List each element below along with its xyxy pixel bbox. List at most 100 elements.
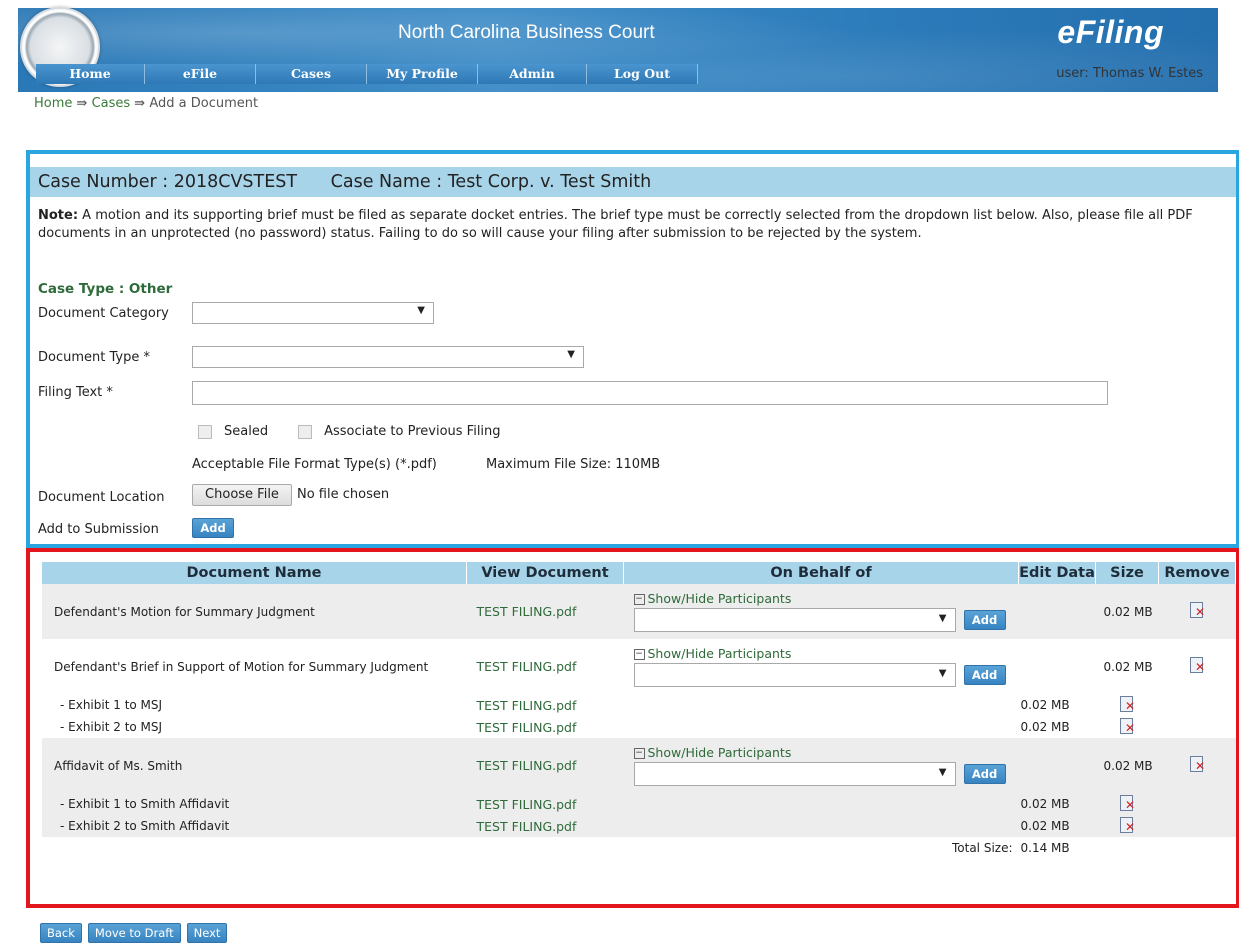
dropdown-arrow-icon: ▼ (938, 767, 947, 778)
filing-note: Note: A motion and its supporting brief … (38, 207, 1230, 243)
breadcrumb-current: Add a Document (149, 96, 259, 111)
no-file-label: No file chosen (297, 487, 390, 502)
view-document-link[interactable]: TEST FILING.pdf (477, 758, 577, 773)
site-title: North Carolina Business Court (398, 22, 655, 43)
add-participant-button[interactable]: Add (963, 665, 1006, 685)
view-document-link[interactable]: TEST FILING.pdf (477, 698, 577, 713)
associate-label: Associate to Previous Filing (324, 424, 501, 439)
view-document-link[interactable]: TEST FILING.pdf (477, 797, 577, 812)
doc-category-select[interactable]: ▼ (192, 302, 434, 324)
doc-size: 0.02 MB (1103, 604, 1153, 619)
total-size-value: 0.14 MB (1020, 841, 1070, 855)
doc-size: 0.02 MB (1103, 659, 1153, 674)
doc-name: - Exhibit 1 to MSJ (60, 698, 163, 712)
show-hide-participants[interactable]: − Show/Hide Participants (633, 745, 1019, 760)
next-button[interactable]: Next (186, 923, 228, 943)
sealed-checkbox[interactable] (198, 424, 212, 439)
doc-location-label: Document Location (38, 490, 165, 505)
associate-checkbox[interactable] (298, 424, 313, 439)
submission-table-panel: Document Name View Document On Behalf of… (26, 548, 1239, 908)
collapse-icon: − (633, 748, 645, 759)
sealed-label: Sealed (224, 424, 269, 439)
remove-document-icon[interactable]: ✕ (1190, 657, 1205, 673)
participant-select[interactable]: ▼ (633, 663, 956, 687)
breadcrumb: Home ⇛ Cases ⇛ Add a Document (34, 96, 258, 111)
col-view-document: View Document (466, 562, 624, 584)
nav-home[interactable]: Home (36, 64, 145, 84)
col-remove: Remove (1158, 562, 1236, 584)
case-type: Case Type : Other (38, 281, 173, 297)
table-row: - Exhibit 2 to MSJ TEST FILING.pdf 0.02 … (42, 716, 1236, 738)
case-header: Case Number : 2018CVSTEST Case Name : Te… (30, 167, 1236, 197)
nav-efile[interactable]: eFile (145, 64, 256, 84)
table-row: Defendant's Motion for Summary Judgment … (42, 584, 1236, 639)
remove-document-icon[interactable]: ✕ (1120, 794, 1135, 811)
participant-select[interactable]: ▼ (633, 608, 956, 632)
participant-select[interactable]: ▼ (633, 762, 956, 786)
view-document-link[interactable]: TEST FILING.pdf (477, 819, 577, 834)
doc-size: 0.02 MB (1020, 720, 1070, 734)
doc-name: - Exhibit 2 to Smith Affidavit (60, 819, 230, 833)
breadcrumb-separator-icon: ⇛ (134, 96, 150, 111)
table-row: - Exhibit 1 to MSJ TEST FILING.pdf 0.02 … (42, 694, 1236, 716)
format-note: Acceptable File Format Type(s) (*.pdf) (192, 457, 437, 472)
remove-document-icon[interactable]: ✕ (1190, 602, 1205, 618)
col-edit-data: Edit Data (1018, 562, 1096, 584)
move-to-draft-button[interactable]: Move to Draft (87, 923, 181, 943)
doc-name: Defendant's Brief in Support of Motion f… (54, 659, 429, 674)
col-size: Size (1095, 562, 1159, 584)
doc-size: 0.02 MB (1103, 758, 1153, 773)
add-participant-button[interactable]: Add (963, 610, 1006, 630)
doc-type-label: Document Type * (38, 350, 150, 365)
doc-size: 0.02 MB (1020, 797, 1070, 811)
show-hide-label: Show/Hide Participants (647, 591, 792, 606)
breadcrumb-separator-icon: ⇛ (76, 96, 92, 111)
show-hide-participants[interactable]: − Show/Hide Participants (633, 591, 1019, 606)
nav-admin[interactable]: Admin (478, 64, 587, 84)
add-participant-button[interactable]: Add (963, 764, 1006, 784)
dropdown-arrow-icon: ▼ (417, 305, 425, 316)
show-hide-label: Show/Hide Participants (647, 745, 792, 760)
bottom-actions: Back Move to Draft Next (40, 923, 228, 943)
col-on-behalf-of: On Behalf of (623, 562, 1019, 584)
breadcrumb-home[interactable]: Home (34, 96, 72, 111)
choose-file-button[interactable]: Choose File (192, 484, 292, 506)
remove-document-icon[interactable]: ✕ (1120, 695, 1135, 712)
view-document-link[interactable]: TEST FILING.pdf (477, 604, 577, 619)
nav-log-out[interactable]: Log Out (587, 64, 698, 84)
collapse-icon: − (633, 594, 645, 605)
max-size-note: Maximum File Size: 110MB (486, 457, 661, 472)
view-document-link[interactable]: TEST FILING.pdf (477, 720, 577, 735)
documents-table: Document Name View Document On Behalf of… (42, 562, 1236, 859)
dropdown-arrow-icon: ▼ (938, 613, 947, 624)
main-nav: Home eFile Cases My Profile Admin Log Ou… (36, 64, 698, 84)
nav-cases[interactable]: Cases (256, 64, 367, 84)
table-row: - Exhibit 2 to Smith Affidavit TEST FILI… (42, 815, 1236, 837)
doc-name: - Exhibit 2 to MSJ (60, 720, 163, 734)
show-hide-participants[interactable]: − Show/Hide Participants (633, 646, 1019, 661)
document-form-panel: Case Number : 2018CVSTEST Case Name : Te… (26, 150, 1239, 548)
show-hide-label: Show/Hide Participants (647, 646, 792, 661)
table-row: Affidavit of Ms. Smith TEST FILING.pdf −… (42, 738, 1236, 793)
doc-size: 0.02 MB (1020, 698, 1070, 712)
col-document-name: Document Name (42, 562, 467, 584)
view-document-link[interactable]: TEST FILING.pdf (477, 659, 577, 674)
dropdown-arrow-icon: ▼ (567, 349, 575, 360)
breadcrumb-cases[interactable]: Cases (92, 96, 131, 111)
add-submission-label: Add to Submission (38, 522, 159, 537)
total-row: Total Size: 0.14 MB (42, 837, 1236, 859)
back-button[interactable]: Back (40, 923, 82, 943)
doc-name: Defendant's Motion for Summary Judgment (54, 604, 315, 619)
doc-type-select[interactable]: ▼ (192, 346, 584, 368)
remove-document-icon[interactable]: ✕ (1190, 756, 1205, 772)
remove-document-icon[interactable]: ✕ (1120, 717, 1135, 734)
nav-my-profile[interactable]: My Profile (367, 64, 478, 84)
note-text: A motion and its supporting brief must b… (38, 208, 1193, 241)
case-name: Case Name : Test Corp. v. Test Smith (330, 172, 652, 192)
doc-category-label: Document Category (38, 306, 169, 321)
doc-size: 0.02 MB (1020, 819, 1070, 833)
filing-text-input[interactable] (192, 381, 1108, 405)
remove-document-icon[interactable]: ✕ (1120, 816, 1135, 833)
add-to-submission-button[interactable]: Add (192, 518, 234, 538)
options-row: Sealed Associate to Previous Filing (198, 424, 501, 439)
